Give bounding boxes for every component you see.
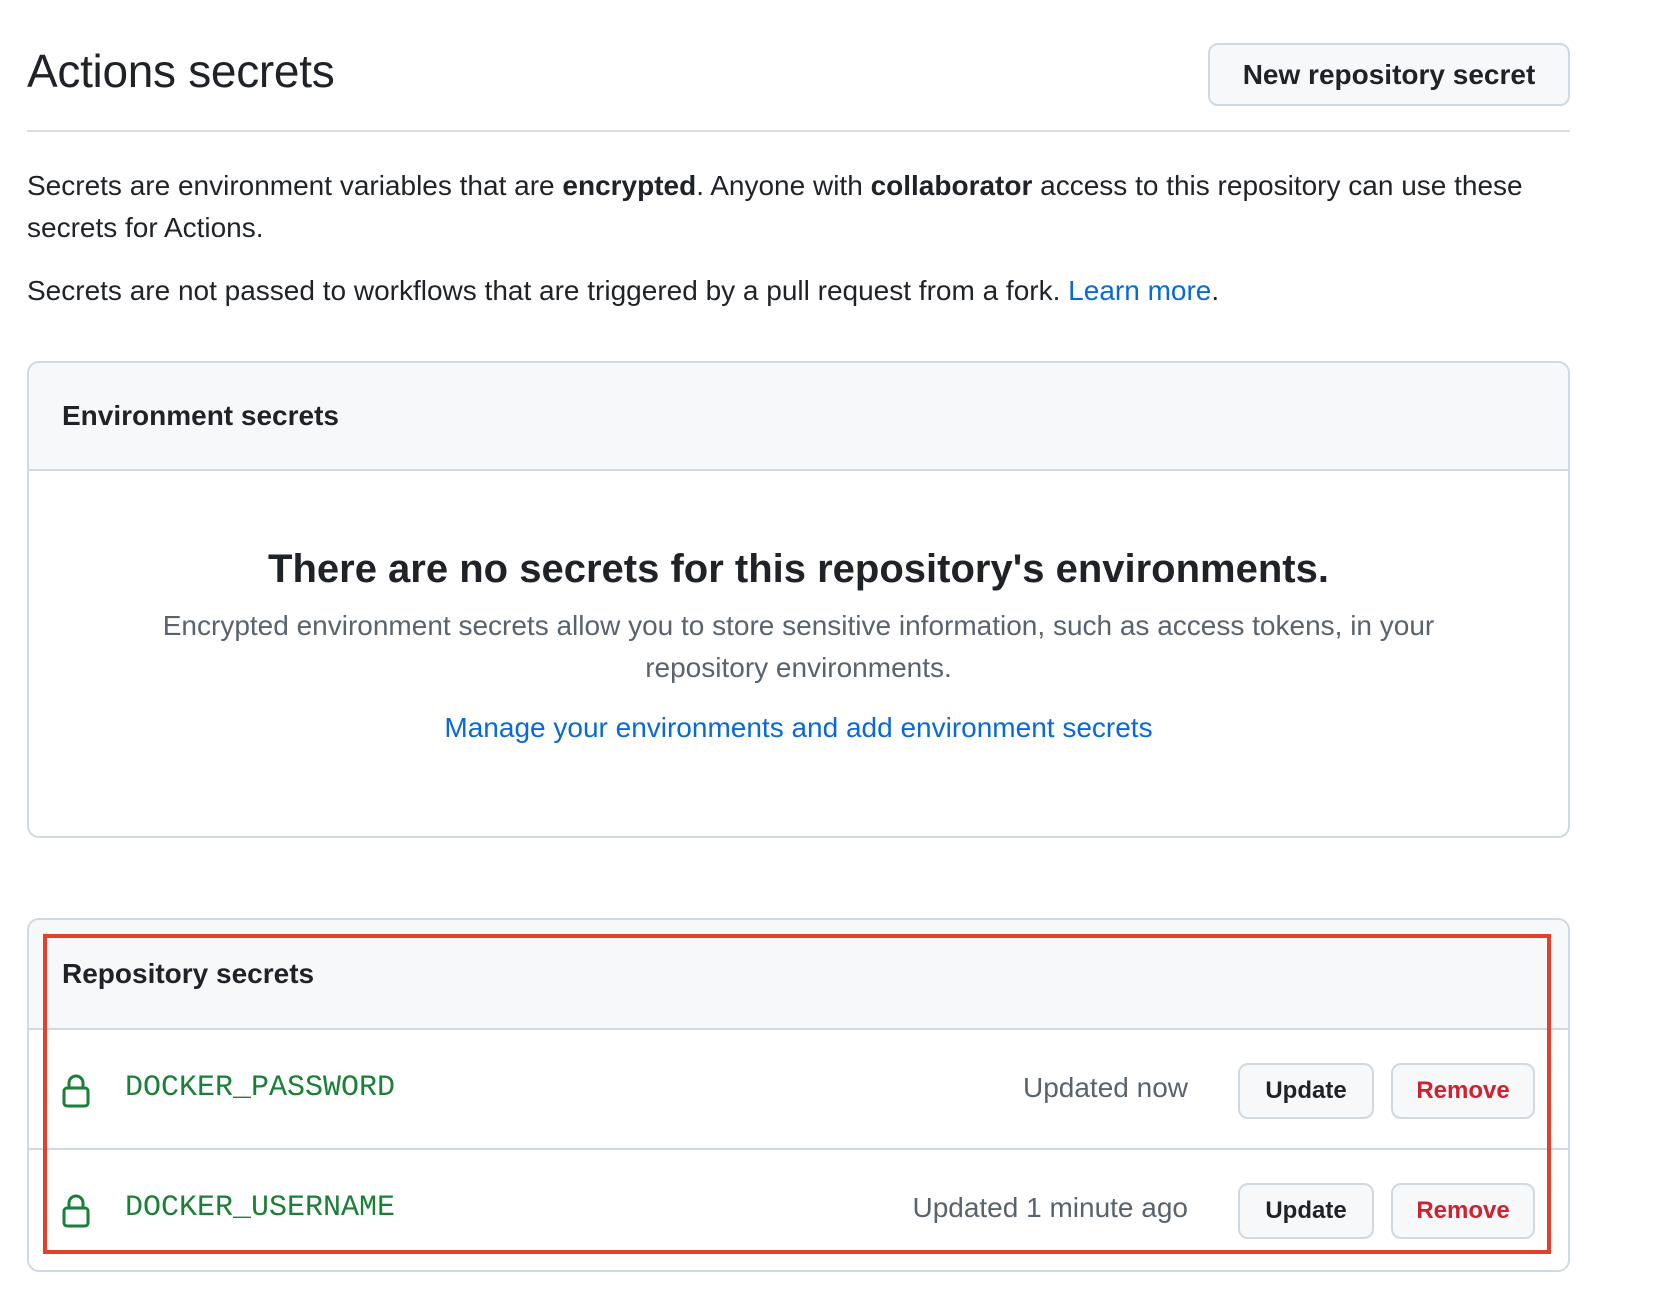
learn-more-link[interactable]: Learn more: [1068, 275, 1211, 306]
page-header: Actions secrets New repository secret: [27, 0, 1570, 132]
repository-secrets-heading: Repository secrets: [29, 920, 1568, 1030]
secret-updated-time: Updated 1 minute ago: [912, 1192, 1188, 1223]
empty-state-description: Encrypted environment secrets allow you …: [162, 610, 1435, 683]
description-text: Secrets are environment variables that a…: [27, 170, 563, 201]
environment-secrets-heading: Environment secrets: [29, 363, 1568, 471]
actions-secrets-page: Actions secrets New repository secret Se…: [27, 0, 1570, 1272]
fork-notice-text: Secrets are not passed to workflows that…: [27, 275, 1069, 306]
secret-row: DOCKER_PASSWORD Updated now Update Remov…: [29, 1030, 1568, 1150]
fork-notice-end: .: [1211, 275, 1220, 306]
fork-notice: Secrets are not passed to workflows that…: [27, 270, 1547, 312]
update-secret-button[interactable]: Update: [1238, 1183, 1374, 1239]
remove-secret-button[interactable]: Remove: [1391, 1183, 1535, 1239]
new-repository-secret-button[interactable]: New repository secret: [1208, 43, 1570, 106]
remove-secret-button[interactable]: Remove: [1391, 1063, 1535, 1119]
lock-icon: [62, 1194, 90, 1228]
secrets-description: Secrets are environment variables that a…: [27, 165, 1547, 249]
secret-updated-time: Updated now: [1022, 1072, 1188, 1103]
secret-name: DOCKER_PASSWORD: [125, 1071, 396, 1105]
manage-environments-link[interactable]: Manage your environments and add environ…: [444, 707, 1152, 749]
lock-icon: [62, 1074, 90, 1108]
secret-row: DOCKER_USERNAME Updated 1 minute ago Upd…: [29, 1150, 1568, 1270]
page-title: Actions secrets: [27, 45, 335, 97]
description-bold-collaborator: collaborator: [870, 170, 1033, 201]
secret-name: DOCKER_USERNAME: [125, 1191, 396, 1225]
environment-secrets-empty-state: There are no secrets for this repository…: [29, 471, 1568, 749]
update-secret-button[interactable]: Update: [1238, 1063, 1374, 1119]
description-bold-encrypted: encrypted: [562, 170, 697, 201]
empty-state-title: There are no secrets for this repository…: [268, 547, 1329, 591]
repository-secrets-box: Repository secrets DOCKER_PASSWORD Updat…: [27, 918, 1570, 1272]
description-text: . Anyone with: [696, 170, 871, 201]
environment-secrets-box: Environment secrets There are no secrets…: [27, 361, 1570, 838]
